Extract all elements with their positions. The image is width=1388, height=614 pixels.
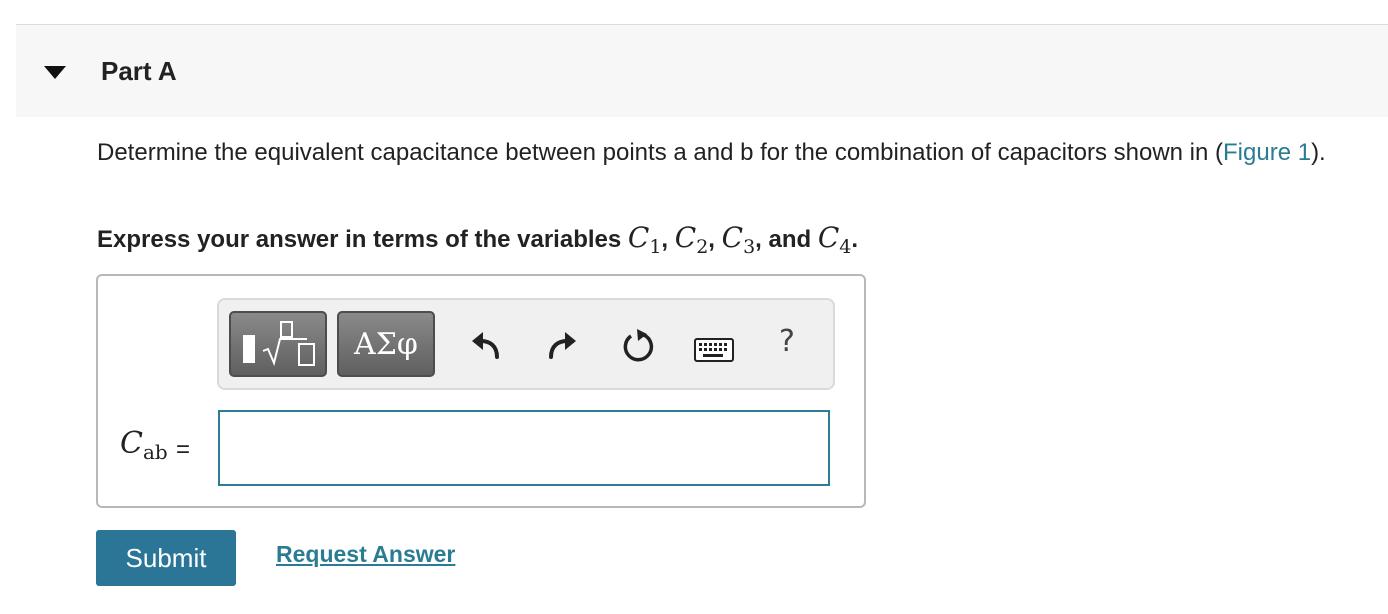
figure-link[interactable]: Figure 1	[1223, 139, 1311, 166]
question-text: Determine the equivalent capacitance bet…	[97, 137, 1337, 169]
variable-c4: C4	[817, 221, 852, 258]
help-button[interactable]: ?	[779, 324, 795, 359]
symbols-button[interactable]: ΑΣφ	[337, 311, 435, 377]
variable-c2: C2	[674, 221, 709, 258]
reset-icon[interactable]	[620, 328, 656, 364]
redo-icon[interactable]	[546, 330, 578, 360]
templates-button[interactable]	[229, 311, 327, 377]
instruction-sep-2: ,	[708, 226, 722, 253]
equals-sign: =	[176, 436, 191, 463]
collapse-triangle-icon[interactable]	[44, 66, 66, 79]
answer-input[interactable]	[218, 410, 830, 486]
instruction-sep-1: ,	[661, 226, 675, 253]
submit-button[interactable]: Submit	[96, 530, 236, 586]
part-title: Part A	[101, 56, 177, 86]
variable-c1: C1	[627, 221, 662, 258]
variable-c3: C3	[721, 221, 756, 258]
keyboard-icon[interactable]	[694, 338, 734, 362]
undo-icon[interactable]	[470, 330, 502, 360]
question-text-after: ).	[1311, 139, 1326, 166]
request-answer-link[interactable]: Request Answer	[276, 541, 455, 568]
part-header[interactable]	[16, 25, 1388, 117]
instruction-sep-3: , and	[755, 226, 818, 253]
answer-variable-label: Cab	[120, 426, 168, 464]
templates-sqrt-icon	[243, 321, 315, 367]
instruction-prefix: Express your answer in terms of the vari…	[97, 226, 628, 253]
instruction-suffix: .	[851, 226, 859, 253]
question-text-before: Determine the equivalent capacitance bet…	[97, 139, 1224, 166]
answer-instruction: Express your answer in terms of the vari…	[97, 220, 858, 265]
